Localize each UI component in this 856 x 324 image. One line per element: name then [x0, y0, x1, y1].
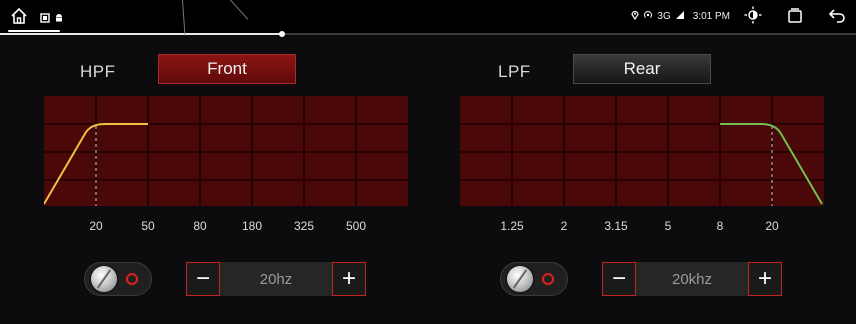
- hpf-increase-button[interactable]: +: [332, 262, 366, 296]
- hpf-channel-button[interactable]: Front: [158, 54, 296, 84]
- notification-icon: [40, 10, 50, 28]
- clock: 3:01 PM: [692, 11, 730, 22]
- toggle-knob: [91, 266, 117, 292]
- hpf-frequency-value: 20hz: [220, 262, 332, 296]
- tick-label: 8: [716, 219, 724, 233]
- brightness-icon[interactable]: [744, 6, 762, 27]
- home-icon[interactable]: [10, 7, 28, 30]
- lpf-increase-button[interactable]: +: [748, 262, 782, 296]
- android-icon: [54, 10, 64, 28]
- toggle-knob: [507, 266, 533, 292]
- recent-apps-icon[interactable]: [786, 6, 804, 27]
- back-icon[interactable]: [828, 6, 846, 27]
- connectivity-group: 3G 3:01 PM: [631, 10, 730, 23]
- tick-label: 500: [345, 219, 367, 233]
- hpf-frequency-stepper: − 20hz +: [186, 262, 366, 296]
- tick-label: 50: [141, 219, 155, 233]
- lpf-frequency-value: 20khz: [636, 262, 748, 296]
- tick-label: 180: [241, 219, 263, 233]
- lpf-frequency-stepper: − 20khz +: [602, 262, 782, 296]
- hpf-title: HPF: [80, 62, 116, 81]
- hpf-toggle[interactable]: [84, 262, 152, 296]
- home-tab-indicator: [8, 30, 60, 32]
- tick-label: 325: [293, 219, 315, 233]
- lpf-toggle[interactable]: [500, 262, 568, 296]
- toggle-off-indicator: [542, 273, 554, 285]
- hpf-curve-svg: [44, 96, 408, 206]
- network-type: 3G: [657, 11, 671, 22]
- tick-label: 2: [560, 219, 568, 233]
- lpf-curve-svg: [460, 96, 824, 206]
- signal-icon: [675, 10, 685, 23]
- location-icon: [631, 10, 640, 23]
- lpf-curve-line: [720, 123, 823, 205]
- hpf-decrease-button[interactable]: −: [186, 262, 220, 296]
- tick-label: 1.25: [500, 219, 524, 233]
- tick-label: 20: [89, 219, 103, 233]
- status-bar: 3G 3:01 PM: [0, 0, 856, 34]
- progress-dot: [279, 31, 286, 37]
- lpf-curve-graph: [460, 96, 824, 206]
- tick-label: 20: [765, 219, 779, 233]
- lpf-title: LPF: [498, 62, 531, 81]
- status-bar-right: 3G 3:01 PM: [631, 6, 846, 27]
- toggle-off-indicator: [126, 273, 138, 285]
- tick-label: 3.15: [604, 219, 628, 233]
- tick-label: 5: [664, 219, 672, 233]
- lpf-channel-button[interactable]: Rear: [573, 54, 711, 84]
- tick-label: 80: [193, 219, 207, 233]
- hpf-curve-graph: [44, 96, 408, 206]
- progress-fill: [0, 33, 283, 35]
- hotspot-icon: [643, 10, 653, 23]
- status-bar-left: [10, 7, 64, 30]
- lpf-decrease-button[interactable]: −: [602, 262, 636, 296]
